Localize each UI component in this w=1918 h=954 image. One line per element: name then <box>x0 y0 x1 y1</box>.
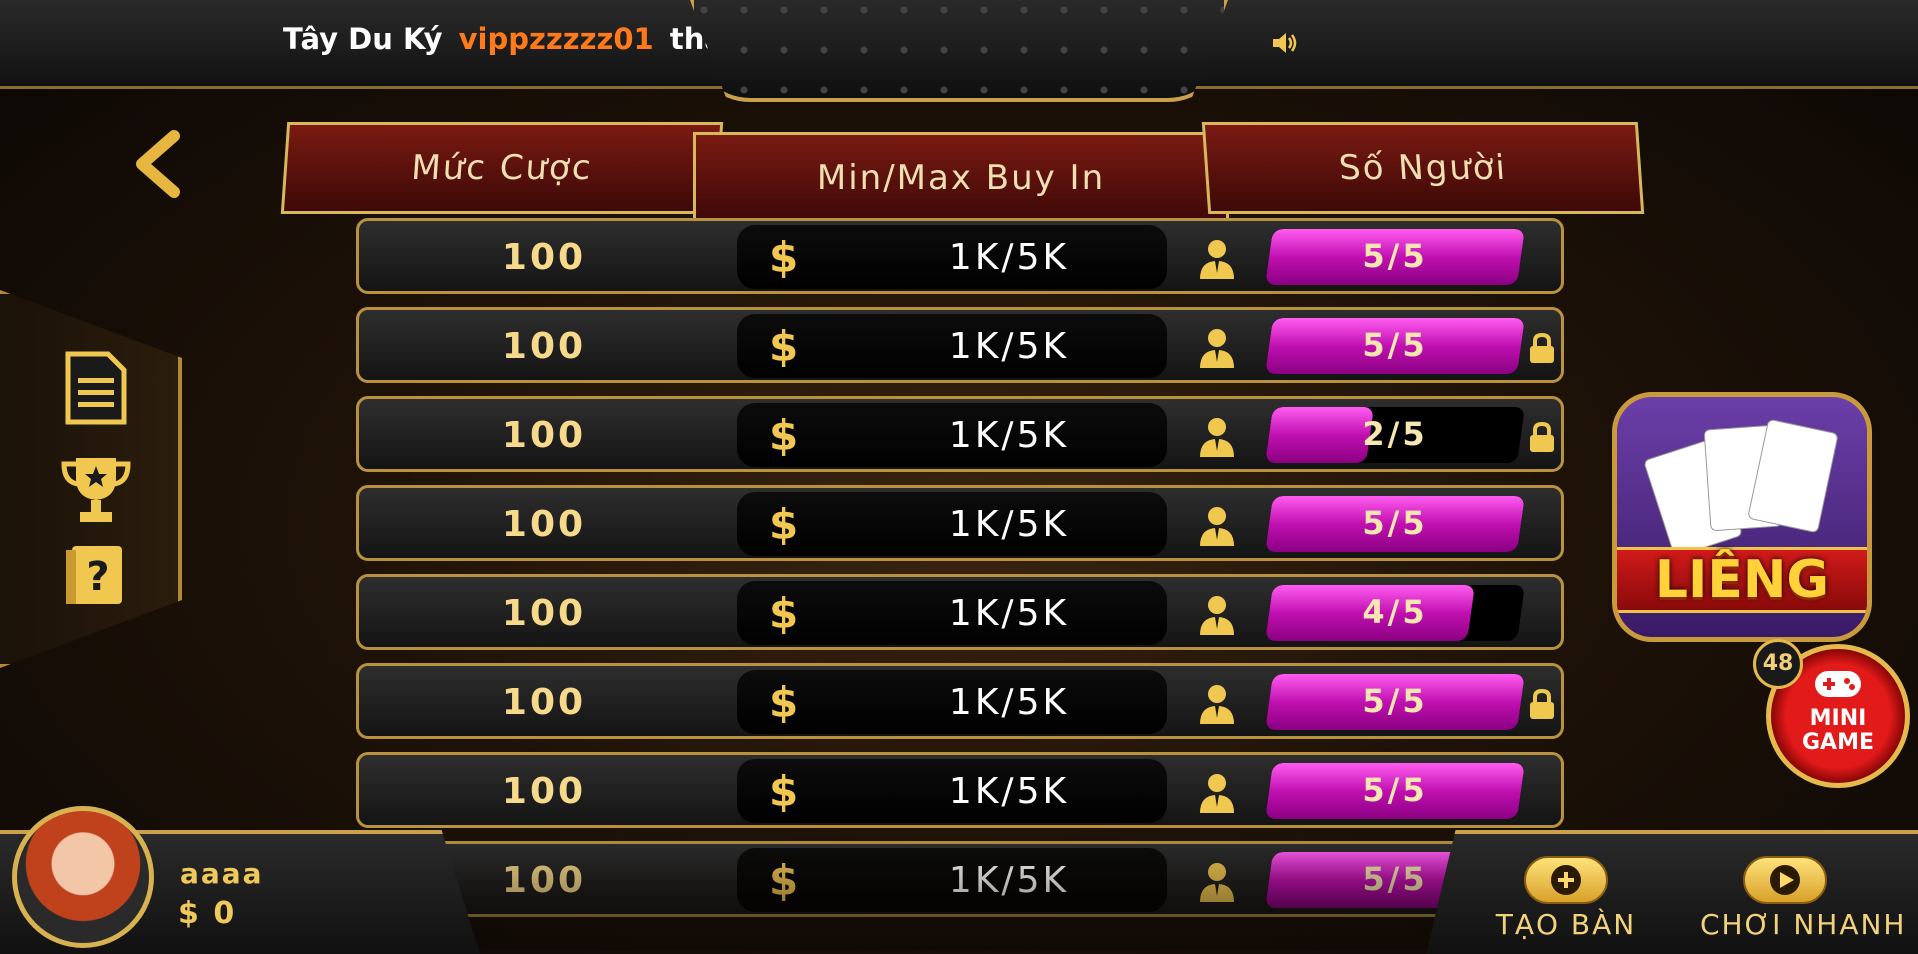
header-players-label: Số Người <box>1337 148 1509 188</box>
table-row[interactable]: 100 $ 1K/5K 5/5 <box>356 752 1564 828</box>
user-balance: $ 0 <box>178 896 237 931</box>
person-icon <box>1200 329 1234 368</box>
table-row[interactable]: 100 $ 1K/5K 4/5 <box>356 574 1564 650</box>
person-icon <box>1200 774 1234 813</box>
buyin-value: 1K/5K <box>948 860 1070 901</box>
dollar-icon: $ <box>769 322 799 371</box>
mini-game-badge: 48 <box>1753 639 1803 689</box>
play-icon <box>1743 856 1827 904</box>
bet-value: 100 <box>501 237 587 278</box>
person-icon <box>1200 863 1234 902</box>
bet-value: 100 <box>501 504 587 545</box>
lock-icon <box>1530 332 1554 363</box>
buyin-value: 1K/5K <box>948 415 1070 456</box>
winner-marquee: Tây Du Ký vippzzzzz01 thắng <box>283 22 765 56</box>
top-crest-ornament <box>690 0 1228 102</box>
person-icon <box>1200 507 1234 546</box>
lock-icon <box>1530 688 1554 719</box>
header-buyin-label: Min/Max Buy In <box>816 158 1106 198</box>
header-buyin: Min/Max Buy In <box>693 132 1229 224</box>
person-icon <box>1200 418 1234 457</box>
lieng-game-logo: LIÊNG <box>1612 392 1872 642</box>
person-icon <box>1200 240 1234 279</box>
plus-icon <box>1524 856 1608 904</box>
players-count: 4/5 <box>1362 593 1428 631</box>
dollar-icon: $ <box>769 589 799 638</box>
avatar[interactable] <box>12 806 154 948</box>
speaker-icon[interactable] <box>1270 28 1300 58</box>
table-row[interactable]: 100 $ 1K/5K 5/5 <box>356 218 1564 294</box>
person-icon <box>1200 685 1234 724</box>
marquee-user: vippzzzzz01 <box>458 22 654 56</box>
svg-text:?: ? <box>86 554 109 600</box>
table-row[interactable]: 100 $ 1K/5K 5/5 <box>356 841 1564 917</box>
help-book-icon[interactable]: ? <box>58 540 134 616</box>
document-icon[interactable] <box>58 350 134 426</box>
header-players: Số Người <box>1201 122 1645 214</box>
players-count: 5/5 <box>1362 771 1428 809</box>
dollar-icon: $ <box>769 411 799 460</box>
dollar-icon: $ <box>769 500 799 549</box>
table-row[interactable]: 100 $ 1K/5K 5/5 <box>356 485 1564 561</box>
buyin-value: 1K/5K <box>948 326 1070 367</box>
game-title: LIÊNG <box>1617 547 1867 613</box>
create-table-button[interactable]: TẠO BÀN <box>1481 856 1651 950</box>
mini-line2: GAME <box>1801 730 1874 755</box>
dollar-icon: $ <box>769 767 799 816</box>
mini-game-label: MINI GAME <box>1771 707 1905 755</box>
quick-play-label: CHƠI NHANH <box>1700 908 1907 941</box>
bet-value: 100 <box>501 771 587 812</box>
players-count: 5/5 <box>1362 326 1428 364</box>
bet-value: 100 <box>501 326 587 367</box>
bet-value: 100 <box>501 682 587 723</box>
buyin-value: 1K/5K <box>948 593 1070 634</box>
table-row[interactable]: 100 $ 1K/5K 5/5 <box>356 307 1564 383</box>
header-bet-label: Mức Cược <box>410 148 594 188</box>
lock-icon <box>1530 421 1554 452</box>
mini-line1: MINI <box>1809 706 1867 731</box>
trophy-icon[interactable] <box>58 452 134 528</box>
players-count: 5/5 <box>1362 237 1428 275</box>
dollar-icon: $ <box>769 233 799 282</box>
chevron-left-icon[interactable] <box>130 130 190 200</box>
create-table-label: TẠO BÀN <box>1495 908 1637 941</box>
person-icon <box>1200 596 1234 635</box>
buyin-value: 1K/5K <box>948 771 1070 812</box>
dollar-icon: $ <box>769 856 799 905</box>
table-row[interactable]: 100 $ 1K/5K 5/5 <box>356 663 1564 739</box>
header-bet-level: Mức Cược <box>280 122 724 214</box>
user-name: aaaa <box>180 857 264 890</box>
gamepad-icon <box>1815 671 1861 697</box>
marquee-game: Tây Du Ký <box>283 22 443 56</box>
mini-game-button[interactable]: MINI GAME 48 <box>1753 639 1910 788</box>
bet-value: 100 <box>501 593 587 634</box>
table-row[interactable]: 100 $ 1K/5K 2/5 <box>356 396 1564 472</box>
buyin-value: 1K/5K <box>948 237 1070 278</box>
dollar-icon: $ <box>769 678 799 727</box>
buyin-value: 1K/5K <box>948 504 1070 545</box>
players-count: 5/5 <box>1362 504 1428 542</box>
buyin-value: 1K/5K <box>948 682 1070 723</box>
players-count: 5/5 <box>1362 682 1428 720</box>
quick-play-button[interactable]: CHƠI NHANH <box>1700 856 1907 950</box>
bet-value: 100 <box>501 415 587 456</box>
players-count: 2/5 <box>1362 415 1428 453</box>
